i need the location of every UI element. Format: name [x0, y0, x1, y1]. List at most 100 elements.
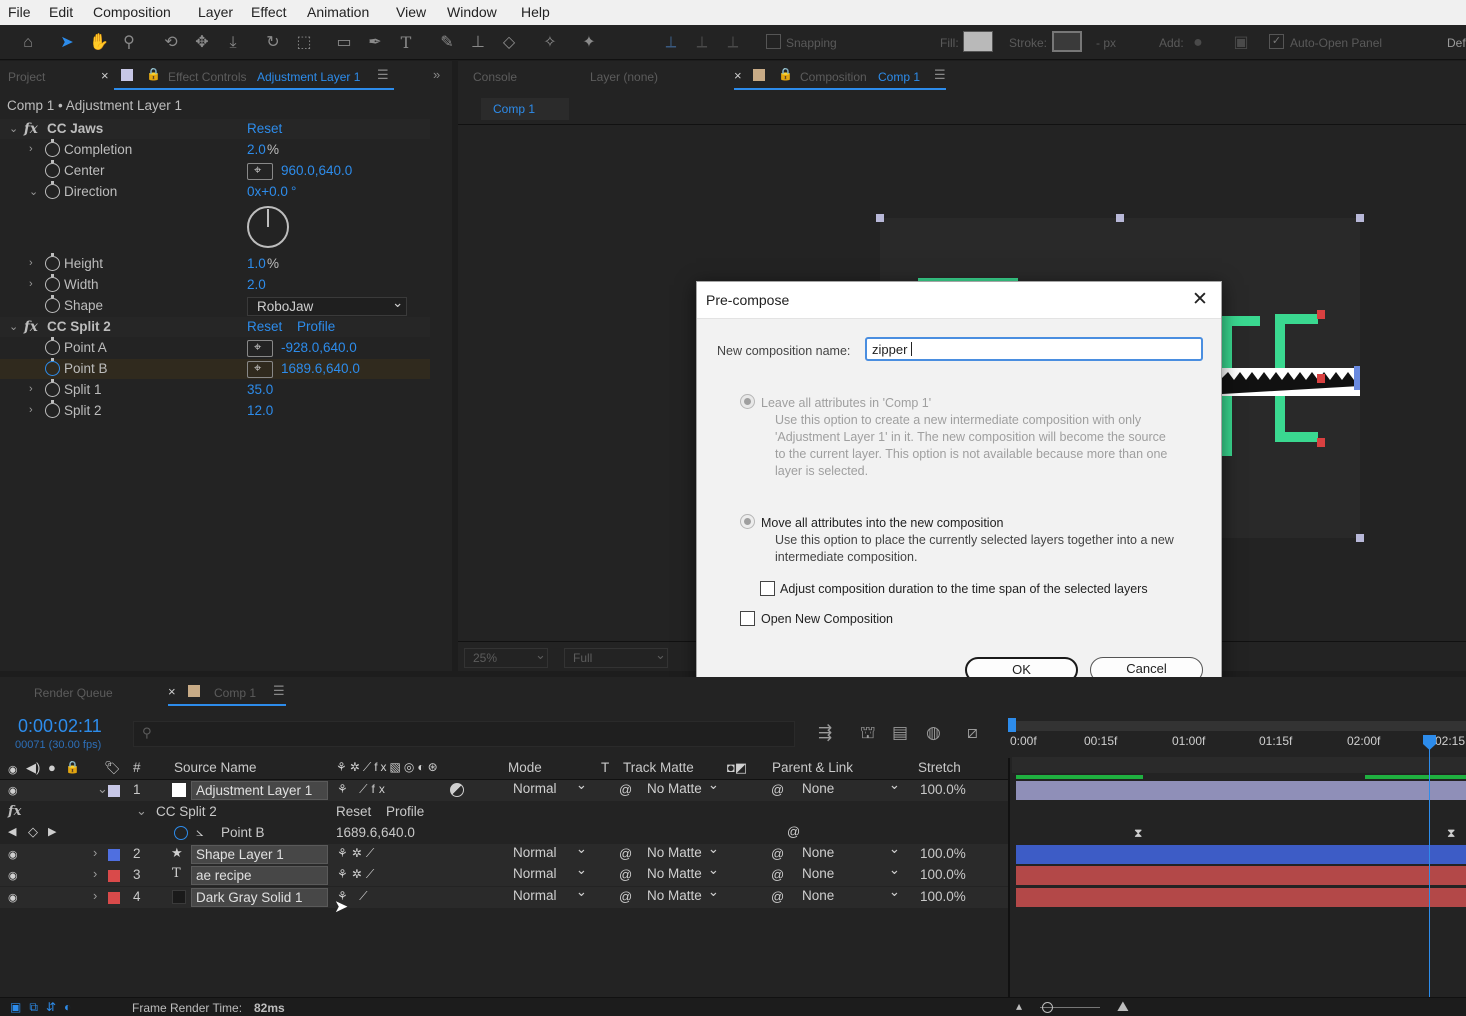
tab-effect-controls[interactable]: Effect Controls: [168, 70, 246, 84]
panel-menu-icon[interactable]: ☰: [273, 683, 285, 699]
close-tab-icon[interactable]: ×: [168, 684, 176, 699]
pickwhip-icon[interactable]: @: [619, 846, 632, 861]
stroke-width[interactable]: - px: [1096, 36, 1116, 50]
open-new-composition-checkbox[interactable]: [740, 611, 755, 626]
label-tag-icon[interactable]: 🏷: [104, 760, 121, 776]
track-matte-dropdown[interactable]: No Matte: [647, 862, 719, 885]
eraser-tool-icon[interactable]: ◇: [498, 32, 520, 54]
close-icon[interactable]: ✕: [1192, 288, 1208, 311]
expand-icon[interactable]: ›: [29, 278, 33, 290]
parent-dropdown[interactable]: None: [802, 862, 900, 885]
stretch-value[interactable]: 100.0%: [920, 889, 966, 904]
center-value[interactable]: 960.0,640.0: [281, 163, 352, 178]
brush-tool-icon[interactable]: ✎: [436, 32, 458, 54]
layer-switch-icons[interactable]: ⚘ ⟋fx: [337, 782, 389, 797]
stopwatch-icon[interactable]: [45, 295, 60, 313]
blend-mode-dropdown[interactable]: Normal: [513, 884, 587, 907]
tab-render-queue[interactable]: Render Queue: [34, 686, 113, 700]
dolly-camera-icon[interactable]: ⤓: [222, 32, 244, 54]
collapse-icon[interactable]: ⌄: [136, 803, 147, 819]
blend-mode-dropdown[interactable]: Normal: [513, 777, 587, 800]
parent-pickwhip-icon[interactable]: @: [771, 782, 784, 797]
tab-layer[interactable]: Layer (none): [590, 70, 658, 84]
work-area-start-handle[interactable]: [1008, 718, 1016, 732]
track-matte-dropdown[interactable]: No Matte: [647, 777, 719, 800]
zoom-tool-icon[interactable]: ⚲: [118, 32, 140, 54]
pen-tool-icon[interactable]: ✒: [364, 32, 386, 54]
world-axis-icon[interactable]: ⟂: [691, 32, 713, 54]
collapse-icon[interactable]: ⌄: [9, 320, 18, 333]
column-source-name[interactable]: Source Name: [174, 760, 257, 775]
close-tab-icon[interactable]: ×: [101, 68, 109, 83]
layer-label-color[interactable]: [108, 849, 120, 861]
composition-name-input[interactable]: zipper: [865, 337, 1203, 361]
panel-menu-icon[interactable]: ☰: [934, 67, 946, 83]
reset-link[interactable]: Reset: [336, 804, 371, 819]
tab-comp-1[interactable]: Comp 1: [214, 686, 256, 700]
orbit-camera-icon[interactable]: ⟲: [160, 32, 182, 54]
completion-value[interactable]: 2.0: [247, 142, 266, 157]
frame-blending-icon[interactable]: ▤: [892, 723, 908, 743]
visibility-eye-icon[interactable]: ◉: [8, 848, 18, 861]
stopwatch-icon[interactable]: [45, 181, 60, 199]
shy-layers-icon[interactable]: ⛫: [860, 723, 876, 745]
expand-icon[interactable]: ›: [93, 866, 97, 881]
profile-link[interactable]: Profile: [386, 804, 424, 819]
collapse-icon[interactable]: ⌄: [29, 185, 38, 198]
crosshair-icon[interactable]: [247, 339, 273, 357]
puppet-pin-icon[interactable]: ✦: [578, 32, 600, 54]
pickwhip-icon[interactable]: @: [619, 867, 632, 882]
crosshair-icon[interactable]: [247, 360, 273, 378]
stretch-value[interactable]: 100.0%: [920, 867, 966, 882]
add-keyframe-icon[interactable]: ◇: [28, 824, 38, 840]
crosshair-icon[interactable]: [247, 162, 273, 180]
time-navigator[interactable]: [1012, 757, 1466, 773]
stretch-value[interactable]: 100.0%: [920, 782, 966, 797]
layer-name[interactable]: Shape Layer 1: [191, 845, 328, 864]
layer-name[interactable]: Adjustment Layer 1: [191, 781, 328, 800]
graph-icon[interactable]: ⦣: [196, 824, 203, 840]
blend-mode-dropdown[interactable]: Normal: [513, 862, 587, 885]
track-matte-dropdown[interactable]: No Matte: [647, 884, 719, 907]
lock-icon[interactable]: 🔒: [65, 760, 80, 774]
stopwatch-icon[interactable]: [45, 400, 60, 418]
visibility-eye-icon[interactable]: ◉: [8, 869, 18, 882]
point-b-value[interactable]: 1689.6,640.0: [281, 361, 360, 376]
zoom-dropdown[interactable]: 25% ⌄: [464, 647, 548, 668]
expand-icon[interactable]: ›: [29, 143, 33, 155]
blend-mode-dropdown[interactable]: Normal: [513, 841, 587, 864]
menu-edit[interactable]: Edit: [49, 4, 73, 20]
stopwatch-icon[interactable]: [45, 253, 60, 271]
roto-brush-icon[interactable]: ✧: [539, 32, 561, 54]
layer-4-track-bar[interactable]: [1016, 888, 1466, 907]
expand-icon[interactable]: ›: [93, 845, 97, 860]
solo-icon[interactable]: ●: [48, 760, 56, 775]
angle-dial[interactable]: [247, 206, 289, 248]
fx-icon[interactable]: fx: [24, 121, 38, 137]
expression-pickwhip-icon[interactable]: @: [787, 824, 800, 839]
split-1-value[interactable]: 35.0: [247, 382, 273, 397]
stopwatch-icon[interactable]: [45, 379, 60, 397]
switches-icons[interactable]: ⚘✲⟋fx▧◎◐⊛: [336, 760, 441, 775]
stopwatch-icon[interactable]: [45, 139, 60, 157]
property-value[interactable]: 1689.6,640.0: [336, 825, 415, 840]
visibility-eye-icon[interactable]: ◉: [8, 891, 18, 904]
audio-icon[interactable]: ◀): [26, 760, 40, 776]
parent-pickwhip-icon[interactable]: @: [771, 889, 784, 904]
layer-name[interactable]: Dark Gray Solid 1: [191, 888, 328, 907]
layer-label-color[interactable]: [108, 870, 120, 882]
stopwatch-active-icon[interactable]: [174, 826, 188, 840]
effect-cc-split-2[interactable]: ⌄ fx CC Split 2 Reset Profile: [0, 317, 430, 337]
height-value[interactable]: 1.0: [247, 256, 266, 271]
fill-swatch[interactable]: [963, 31, 993, 52]
expand-icon[interactable]: ›: [29, 383, 33, 395]
adjust-duration-checkbox[interactable]: [760, 581, 775, 596]
workspace-label[interactable]: Def: [1447, 36, 1466, 50]
pickwhip-icon[interactable]: @: [619, 782, 632, 797]
tab-console[interactable]: Console: [473, 70, 517, 84]
track-matte-dropdown[interactable]: No Matte: [647, 841, 719, 864]
menu-effect[interactable]: Effect: [251, 4, 287, 20]
panel-menu-icon[interactable]: ☰: [377, 67, 389, 83]
layer-row-1[interactable]: ◉ ⌄ 1 Adjustment Layer 1 ⚘ ⟋fx Normal @ …: [0, 777, 1010, 801]
zoom-slider-knob[interactable]: [1042, 1002, 1053, 1013]
